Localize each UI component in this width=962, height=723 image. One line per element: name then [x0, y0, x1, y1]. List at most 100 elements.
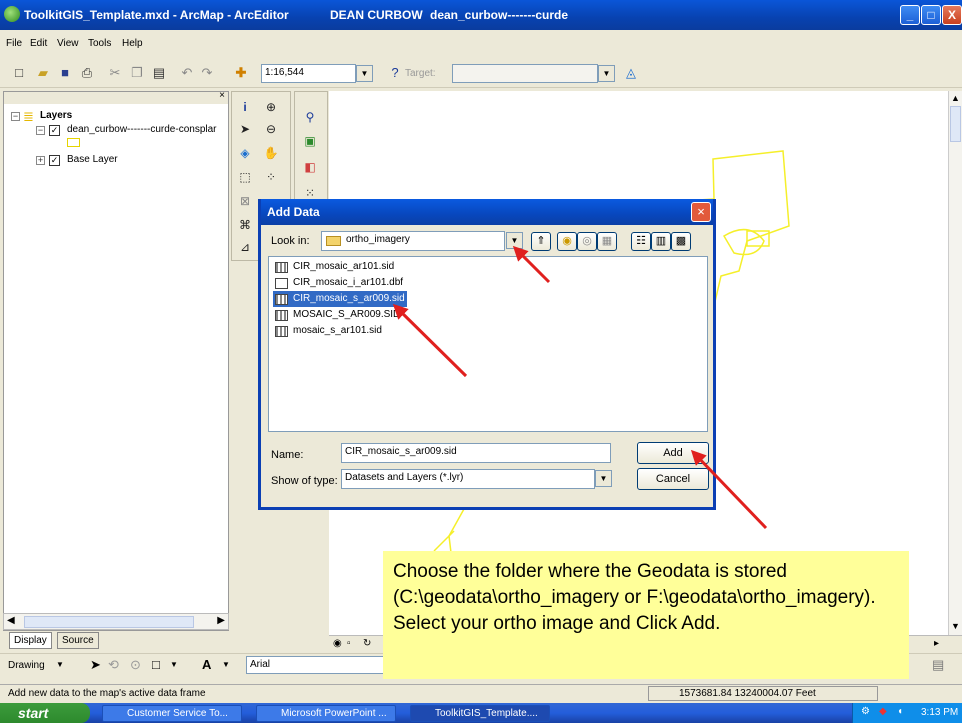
- file-item[interactable]: CIR_mosaic_i_ar101.dbf: [273, 275, 405, 291]
- fill-color-icon[interactable]: ▤: [932, 657, 944, 673]
- copy-icon[interactable]: ❐: [128, 64, 146, 82]
- whats-this-help-icon[interactable]: ?: [386, 64, 404, 82]
- layer-checkbox-base[interactable]: ✓: [49, 155, 60, 166]
- minimize-button[interactable]: _: [900, 5, 920, 25]
- select-features-icon[interactable]: ◈: [236, 144, 254, 162]
- look-in-dropdown-arrow[interactable]: ▼: [506, 232, 523, 249]
- new-folder-icon[interactable]: ▦: [597, 232, 617, 251]
- layer-symbol-icon[interactable]: [67, 138, 80, 147]
- fixed-zoom-in-icon[interactable]: ⁘: [262, 168, 280, 186]
- save-icon[interactable]: ■: [56, 64, 74, 82]
- font-name-select[interactable]: Arial: [246, 656, 386, 674]
- tab-source[interactable]: Source: [57, 632, 99, 649]
- shape-dropdown-icon[interactable]: ▼: [170, 660, 178, 669]
- arctoolbox-icon[interactable]: ◬: [622, 64, 640, 82]
- refresh-icon[interactable]: ↻: [363, 638, 371, 649]
- tray-network-icon[interactable]: ⚙: [861, 706, 870, 717]
- scroll-left-icon[interactable]: ◀: [7, 615, 15, 626]
- text-dropdown-icon[interactable]: ▼: [222, 660, 230, 669]
- toc-horizontal-scrollbar[interactable]: ◀ ▶: [3, 613, 229, 630]
- details-view-icon[interactable]: ▥: [651, 232, 671, 251]
- rectangle-tool-icon[interactable]: □: [152, 657, 160, 672]
- scroll-right-icon[interactable]: ▶: [217, 615, 225, 626]
- menu-view[interactable]: View: [57, 38, 79, 49]
- layer-checkbox-dean[interactable]: ✓: [49, 125, 60, 136]
- collapse-layer-icon[interactable]: −: [36, 126, 45, 135]
- maximize-button[interactable]: □: [921, 5, 941, 25]
- taskbar-item-powerpoint[interactable]: Microsoft PowerPoint ...: [256, 705, 396, 722]
- file-item-selected[interactable]: CIR_mosaic_s_ar009.sid: [273, 291, 407, 307]
- find-binoculars-icon[interactable]: ⌘: [236, 216, 254, 234]
- open-folder-icon[interactable]: ▰: [34, 64, 52, 82]
- select-elements-icon[interactable]: ➤: [236, 120, 254, 138]
- expand-base-layer-icon[interactable]: +: [36, 156, 45, 165]
- map-scroll-right-icon[interactable]: ▸: [934, 638, 939, 649]
- collapse-layers-icon[interactable]: −: [11, 112, 20, 121]
- menu-file[interactable]: File: [6, 38, 22, 49]
- list-view-icon[interactable]: ☷: [631, 232, 651, 251]
- connect-folder-icon[interactable]: ◉: [557, 232, 577, 251]
- toc-close-icon[interactable]: ×: [219, 90, 225, 101]
- cut-icon[interactable]: ✂: [106, 64, 124, 82]
- redo-icon[interactable]: ↷: [198, 64, 216, 82]
- disconnect-folder-icon[interactable]: ◎: [577, 232, 597, 251]
- window-title-bar[interactable]: ToolkitGIS_Template.mxd - ArcMap - ArcEd…: [0, 0, 962, 30]
- look-in-select[interactable]: ortho_imagery: [321, 231, 505, 251]
- up-one-level-icon[interactable]: ⇑: [531, 232, 551, 251]
- toc-layer-dean[interactable]: dean_curbow-------curde-consplar: [67, 124, 217, 135]
- measure-icon[interactable]: ⊿: [236, 238, 254, 256]
- menu-help[interactable]: Help: [122, 38, 143, 49]
- print-icon[interactable]: ⎙: [78, 64, 96, 82]
- identify-icon[interactable]: i: [236, 98, 254, 116]
- drawing-menu[interactable]: Drawing: [8, 660, 45, 671]
- close-button[interactable]: X: [942, 5, 962, 25]
- cancel-button[interactable]: Cancel: [637, 468, 709, 490]
- file-item[interactable]: CIR_mosaic_ar101.sid: [273, 259, 396, 275]
- scroll-down-icon[interactable]: ▼: [951, 621, 960, 631]
- undo-icon[interactable]: ↶: [178, 64, 196, 82]
- scroll-up-icon[interactable]: ▲: [951, 93, 960, 103]
- paste-icon[interactable]: ▤: [150, 64, 168, 82]
- add-data-icon[interactable]: ✚: [232, 64, 250, 82]
- file-item[interactable]: mosaic_s_ar101.sid: [273, 323, 384, 339]
- toc-root-label[interactable]: Layers: [40, 110, 72, 121]
- start-button[interactable]: start: [0, 703, 90, 723]
- hyperlink-icon[interactable]: ⬚: [236, 168, 254, 186]
- taskbar-item-customer-service[interactable]: Customer Service To...: [102, 705, 242, 722]
- target-dropdown-arrow[interactable]: ▼: [598, 65, 615, 82]
- new-document-icon[interactable]: □: [10, 64, 28, 82]
- dialog-close-button[interactable]: ×: [691, 202, 711, 222]
- drawing-menu-arrow-icon[interactable]: ▼: [56, 660, 64, 669]
- add-button[interactable]: Add: [637, 442, 709, 464]
- thumbnails-view-icon[interactable]: ▩: [671, 232, 691, 251]
- pan-hand-icon[interactable]: ✋: [262, 144, 280, 162]
- rotate-icon[interactable]: ⟲: [108, 657, 119, 673]
- tab-display[interactable]: Display: [9, 632, 52, 649]
- menu-tools[interactable]: Tools: [88, 38, 111, 49]
- select-pointer-icon[interactable]: ➤: [90, 657, 101, 673]
- zoom-in-icon[interactable]: ⊕: [262, 98, 280, 116]
- taskbar-item-toolkitgis[interactable]: ToolkitGIS_Template....: [410, 705, 550, 722]
- tray-security-icon[interactable]: ◆: [879, 706, 887, 717]
- zoom-to-selected-icon[interactable]: ⊙: [130, 657, 141, 673]
- clear-selection-icon[interactable]: ⊠: [236, 192, 254, 210]
- zoom-out-icon[interactable]: ⊖: [262, 120, 280, 138]
- file-name-input[interactable]: CIR_mosaic_s_ar009.sid: [341, 443, 611, 463]
- map-scroll-thumb[interactable]: [950, 106, 961, 142]
- map-vertical-scrollbar[interactable]: ▲ ▼: [948, 91, 962, 635]
- map-scale-input[interactable]: 1:16,544: [261, 64, 356, 83]
- target-select[interactable]: [452, 64, 598, 83]
- layout-view-icon[interactable]: ▫: [347, 638, 351, 649]
- full-extent-icon[interactable]: ▣: [301, 132, 319, 150]
- scale-dropdown-arrow[interactable]: ▼: [356, 65, 373, 82]
- file-item[interactable]: MOSAIC_S_AR009.SID: [273, 307, 402, 323]
- toc-scroll-thumb[interactable]: [24, 616, 194, 628]
- tray-volume-icon[interactable]: ◖: [897, 706, 903, 717]
- data-view-icon[interactable]: ◉: [333, 638, 342, 649]
- text-tool-icon[interactable]: A: [202, 657, 211, 672]
- go-back-extent-icon[interactable]: ◧: [301, 158, 319, 176]
- toc-layer-base[interactable]: Base Layer: [67, 154, 118, 165]
- menu-edit[interactable]: Edit: [30, 38, 47, 49]
- show-of-type-dropdown-arrow[interactable]: ▼: [595, 470, 612, 487]
- find-icon[interactable]: ⚲: [301, 108, 319, 126]
